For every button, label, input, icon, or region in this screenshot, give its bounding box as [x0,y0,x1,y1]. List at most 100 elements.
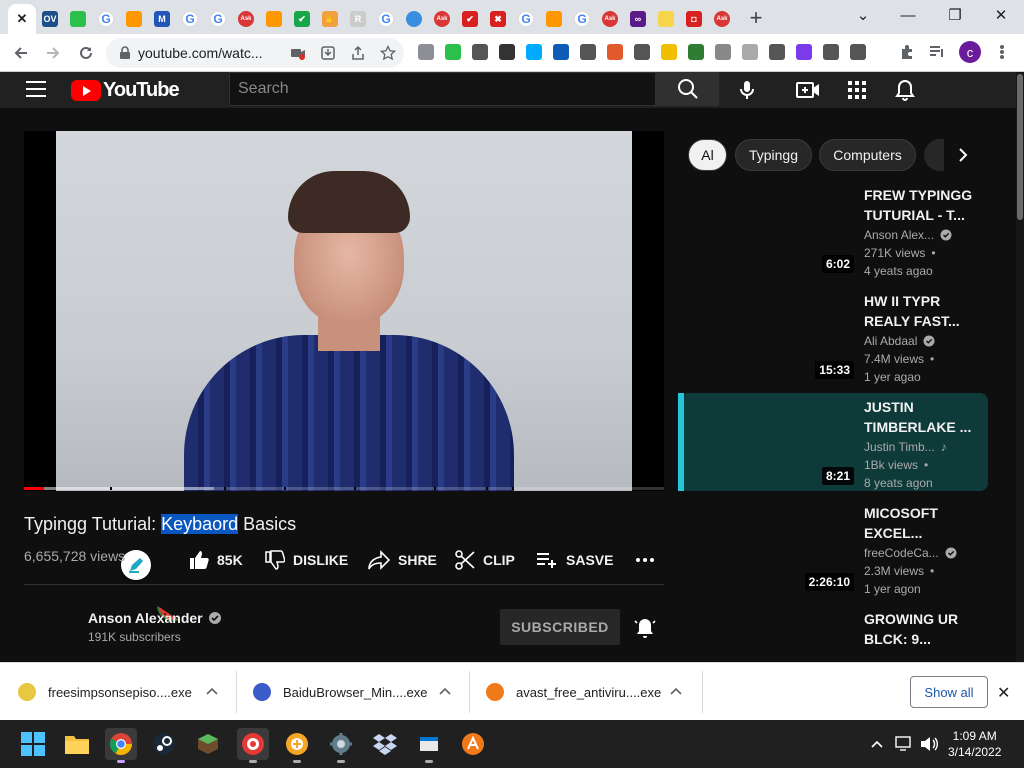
download-item[interactable]: BaiduBrowser_Min....exe [253,663,458,721]
browser-tab[interactable]: G [372,5,400,33]
browser-tab[interactable] [260,5,288,33]
recommendation-item[interactable]: 8:21 JUSTIN TIMBERLAKE ... Justin Timb... ♪… [678,393,988,491]
steam-icon[interactable] [148,728,180,760]
extension-icon[interactable] [445,44,461,60]
chrome-taskbar-icon[interactable] [105,728,137,763]
channel-bell-icon[interactable] [634,617,656,644]
extension-icon[interactable] [607,44,623,60]
youtube-logo[interactable]: YouTube [71,79,180,102]
browser-menu-icon[interactable] [994,43,1010,61]
menu-icon[interactable] [26,81,46,97]
extension-icon[interactable] [823,44,839,60]
browser-tab[interactable]: M [148,5,176,33]
recommendation-channel[interactable]: Ali Abdaal [864,334,935,348]
browser-tab[interactable]: OV [36,5,64,33]
chevron-up-icon[interactable] [670,685,682,699]
extension-icon[interactable] [850,44,866,60]
profile-avatar[interactable]: c [959,41,981,63]
video-thumbnail[interactable] [688,609,856,662]
more-actions-icon[interactable] [636,558,654,562]
recommendation-title[interactable]: JUSTIN TIMBERLAKE ... [864,397,974,437]
search-button[interactable] [656,72,719,106]
browser-tab[interactable]: R [344,5,372,33]
subscribed-button[interactable]: SUBSCRIBED [500,609,620,645]
browser-tab[interactable]: G [568,5,596,33]
minecraft-icon[interactable] [192,728,224,760]
browser-tab[interactable]: G [92,5,120,33]
avast-antivirus-icon[interactable] [457,728,489,760]
install-icon[interactable] [320,45,336,61]
recommendation-item[interactable]: 15:33 HW II TYPR REALY FAST... Ali Abdaal 7… [680,287,988,385]
chip-computers[interactable]: Computers [819,139,916,171]
minimize-button[interactable]: — [885,0,931,30]
back-button[interactable] [5,37,37,69]
reload-button[interactable] [70,37,102,69]
system-clock[interactable]: 1:09 AM 3/14/2022 [948,728,1001,760]
recommendation-item[interactable]: 6:02 FREW TYPINGG TUTURIAL - T... Anson Al… [680,181,988,279]
share-icon[interactable] [350,45,366,61]
extension-icon[interactable] [688,44,704,60]
chevron-up-icon[interactable] [439,685,451,699]
extension-icon[interactable] [526,44,542,60]
chip-typing[interactable]: Typingg [735,139,812,171]
avast-secure-browser-icon[interactable] [281,728,313,763]
dislike-button[interactable]: DISLIKE [265,548,348,572]
browser-tab[interactable]: G [512,5,540,33]
browser-tab[interactable]: Ask [428,5,456,33]
browser-tab[interactable]: G [176,5,204,33]
extension-icon[interactable] [472,44,488,60]
download-item[interactable]: freesimpsonsepiso....exe [18,663,223,721]
pen-tool-icon[interactable] [121,550,151,580]
extension-icon[interactable] [418,44,434,60]
browser-tab[interactable] [64,5,92,33]
browser-tab[interactable]: Ask [596,5,624,33]
extension-icon[interactable] [580,44,596,60]
start-windows-icon[interactable] [17,728,49,760]
progress-bar[interactable] [24,487,664,490]
tab-search-dropdown-icon[interactable]: ⌄ [840,0,886,30]
browser-tab[interactable] [540,5,568,33]
recommendation-channel[interactable]: Justin Timb... ♪ [864,440,947,454]
extension-icon[interactable] [634,44,650,60]
video-thumbnail[interactable]: 6:02 [688,185,856,277]
browser-tab[interactable]: Ask [708,5,736,33]
save-button[interactable]: SASVE [536,548,613,572]
video-thumbnail[interactable]: 15:33 [688,291,856,383]
microphone-icon[interactable] [735,78,759,102]
video-player[interactable] [24,131,664,491]
camera-blocked-icon[interactable] [290,45,306,61]
title-selected-text[interactable]: Keybaord [161,514,239,534]
browser-tab[interactable]: ✖ [484,5,512,33]
show-hidden-icons-chevron[interactable] [870,737,884,755]
channel-name[interactable]: Anson Alexander [88,610,222,626]
show-all-button[interactable]: Show all [910,676,988,708]
download-item[interactable]: avast_free_antiviru....exe [486,663,691,721]
recommendation-title[interactable]: FREW TYPINGG TUTURIAL - T... [864,185,974,225]
browser-tab[interactable]: ✔ [456,5,484,33]
reading-list-icon[interactable] [928,43,946,61]
new-tab-button[interactable]: + [742,4,770,32]
video-thumbnail[interactable]: 8:21 [688,397,856,489]
app-window-icon[interactable] [413,728,445,763]
recommendation-item[interactable]: GROWING UR BLCK: 9... [680,605,988,662]
file-explorer-icon[interactable] [61,728,93,760]
dropbox-icon[interactable] [369,728,401,760]
extension-icon[interactable] [742,44,758,60]
browser-tab[interactable]: G [204,5,232,33]
restore-button[interactable]: ❐ [932,0,978,30]
apps-grid-icon[interactable] [845,78,869,102]
browser-tab[interactable]: ✔ [288,5,316,33]
recommendation-item[interactable]: 2:26:10 MICOSOFT EXCEL... freeCodeCa... 2.3… [680,499,988,597]
recommendation-title[interactable]: HW II TYPR REALY FAST... [864,291,974,331]
close-downloads-icon[interactable]: ✕ [997,683,1010,703]
extension-icon[interactable] [715,44,731,60]
notifications-bell-icon[interactable] [893,78,917,102]
search-input[interactable] [238,80,638,98]
scrollbar-thumb[interactable] [1017,74,1023,220]
recommendation-title[interactable]: GROWING UR BLCK: 9... [864,609,974,649]
volume-icon[interactable] [919,735,939,758]
forward-button[interactable] [37,37,69,69]
extension-icon[interactable] [553,44,569,60]
chip-partial[interactable] [924,139,944,171]
address-bar[interactable]: youtube.com/watc... [106,38,404,68]
